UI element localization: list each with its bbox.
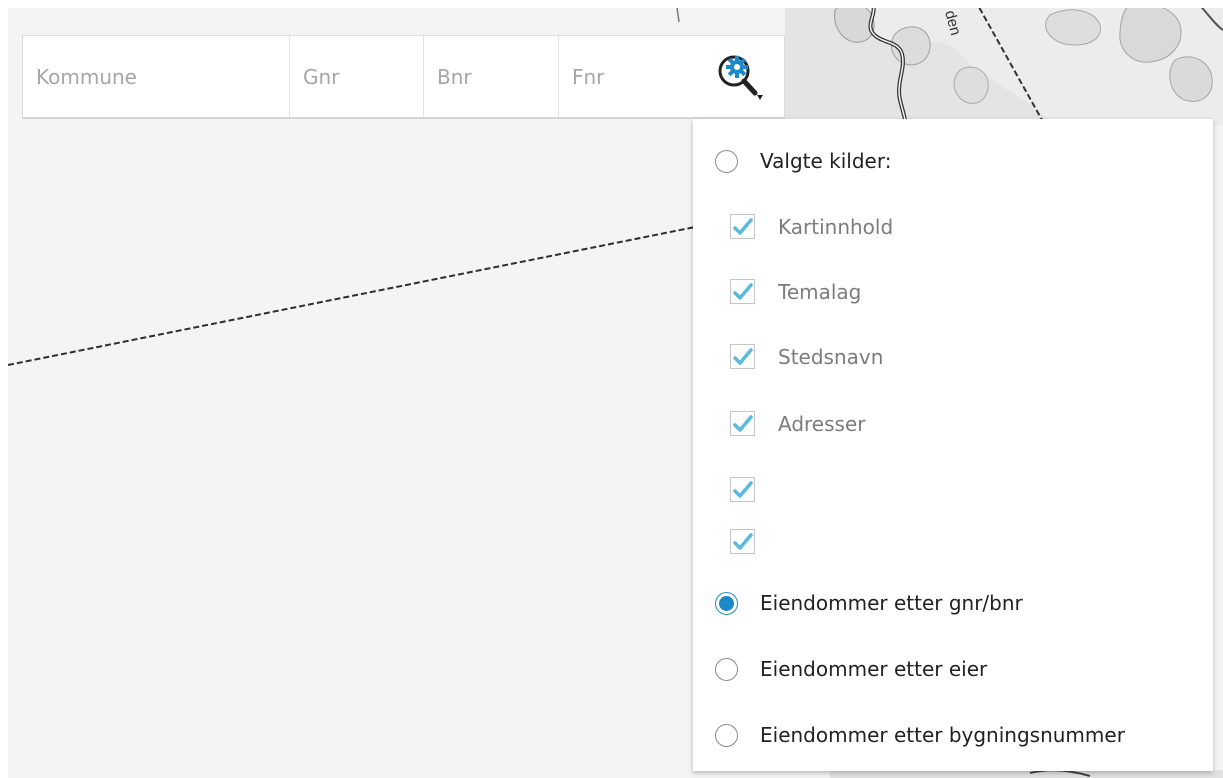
map-page: den Kommune Gnr Bnr Fnr Valgte kilder: K… [0, 0, 1223, 778]
source-label: Kartinnhold [778, 214, 894, 239]
source-item[interactable]: Stedsnavn [730, 344, 883, 369]
property-search-bar: Kommune Gnr Bnr Fnr [22, 35, 785, 119]
checkbox-unlabeled-source[interactable] [730, 477, 755, 502]
checkbox-temalag[interactable] [730, 279, 755, 304]
source-item[interactable] [730, 529, 778, 554]
gnr-input[interactable]: Gnr [290, 36, 424, 117]
checkbox-unlabeled-source[interactable] [730, 529, 755, 554]
radio-property-by-building-number[interactable] [715, 723, 738, 747]
fnr-placeholder: Fnr [572, 64, 605, 89]
option-property-by-gnr-bnr[interactable]: Eiendommer etter gnr/bnr [715, 591, 1023, 615]
mode-label: Eiendommer etter eier [760, 657, 988, 681]
gnr-placeholder: Gnr [303, 64, 340, 89]
map-terrain-bottom [830, 770, 1223, 778]
checkmark-icon [732, 532, 753, 550]
selected-sources-label: Valgte kilder: [760, 149, 892, 173]
radio-property-by-gnr-bnr[interactable] [715, 591, 738, 615]
left-strip [0, 0, 8, 778]
radio-selected-dot [719, 595, 734, 611]
checkmark-icon [732, 282, 753, 300]
search-options-button[interactable] [694, 36, 784, 117]
source-label: Stedsnavn [778, 344, 884, 369]
top-strip [0, 0, 1223, 8]
option-selected-sources[interactable]: Valgte kilder: [715, 149, 891, 173]
bnr-input[interactable]: Bnr [424, 36, 559, 117]
search-settings-icon [718, 55, 763, 100]
mode-label: Eiendommer etter bygningsnummer [760, 723, 1125, 747]
source-item[interactable]: Adresser [730, 411, 865, 436]
source-label: Adresser [778, 411, 866, 436]
option-property-by-owner[interactable]: Eiendommer etter eier [715, 657, 987, 681]
map-terrain [785, 0, 1223, 125]
bnr-placeholder: Bnr [437, 64, 472, 89]
kommune-placeholder: Kommune [36, 64, 137, 89]
option-property-by-building-number[interactable]: Eiendommer etter bygningsnummer [715, 723, 1125, 747]
source-label: Temalag [778, 279, 862, 304]
checkmark-icon [732, 480, 753, 498]
checkbox-stedsnavn[interactable] [730, 344, 755, 369]
checkmark-icon [732, 217, 753, 235]
kommune-input[interactable]: Kommune [23, 36, 290, 117]
checkbox-adresser[interactable] [730, 411, 755, 436]
gear-icon [726, 55, 748, 78]
mode-label: Eiendommer etter gnr/bnr [760, 591, 1023, 615]
radio-selected-sources[interactable] [715, 149, 738, 173]
checkmark-icon [732, 414, 753, 432]
source-item[interactable] [730, 477, 778, 502]
checkmark-icon [732, 347, 753, 365]
search-options-dropdown: Valgte kilder: Kartinnhold Temalag Steds… [693, 119, 1213, 771]
checkbox-kartinnhold[interactable] [730, 214, 755, 239]
source-item[interactable]: Kartinnhold [730, 214, 893, 239]
radio-property-by-owner[interactable] [715, 657, 738, 681]
source-item[interactable]: Temalag [730, 279, 861, 304]
fnr-input[interactable]: Fnr [559, 36, 694, 117]
caret-down-icon [757, 94, 763, 100]
